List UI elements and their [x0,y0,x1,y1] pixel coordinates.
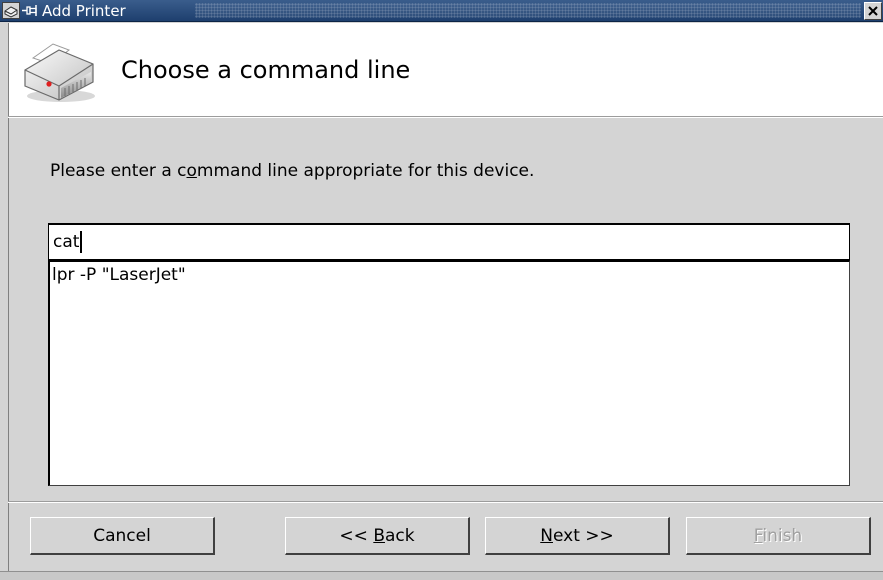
prompt-mnemonic: o [186,161,197,181]
cancel-button[interactable]: Cancel [30,517,215,555]
command-line-prompt: Please enter a command line appropriate … [50,161,534,181]
footer-divider [8,501,883,503]
next-button-label: Next >> [540,526,614,546]
window-bottom-edge [0,571,883,580]
back-button-label: << Back [339,526,414,546]
prompt-text-end: mmand line appropriate for this device. [196,161,535,181]
back-label-end: ack [384,525,415,546]
back-label-start: << [339,525,374,546]
cancel-button-label: Cancel [93,525,151,546]
wizard-header: Choose a command line [8,23,883,116]
finish-button-label: Finish [754,526,802,546]
pin-icon[interactable] [22,3,40,18]
back-button[interactable]: << Back [285,517,470,555]
text-caret [80,231,83,253]
add-printer-window: Add Printer Choose a command line Please… [0,0,883,580]
command-line-value: cat [53,232,80,252]
page-title: Choose a command line [121,56,411,84]
close-button[interactable] [864,2,882,20]
back-label-mnemonic: B [373,525,385,546]
list-item[interactable]: lpr -P "LaserJet" [52,265,186,285]
finish-button[interactable]: Finish [686,517,871,555]
title-bar-texture [195,3,861,18]
finish-label-end: inish [762,525,803,546]
content-left-edge [8,118,9,571]
window-title: Add Printer [42,2,126,20]
next-button[interactable]: Next >> [485,517,670,555]
command-suggestions-list[interactable]: lpr -P "LaserJet" [48,260,850,486]
close-icon [868,6,878,16]
printer-app-icon[interactable] [2,2,20,19]
command-line-input[interactable]: cat [48,223,850,260]
header-divider [8,116,883,118]
title-bar[interactable]: Add Printer [0,0,883,22]
next-label-end: ext >> [552,525,614,546]
prompt-text-start: Please enter a c [50,161,187,181]
next-label-mnemonic: N [540,525,553,546]
printer-icon [24,43,95,102]
